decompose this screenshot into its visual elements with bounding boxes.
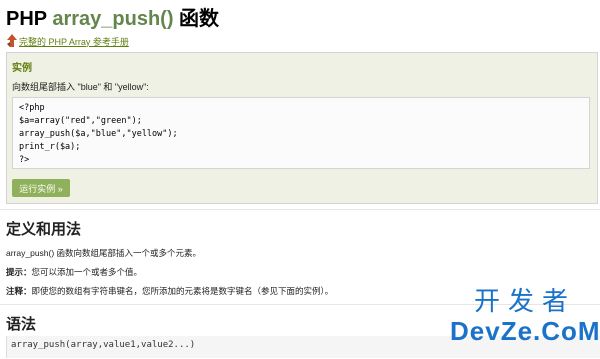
divider xyxy=(0,209,600,210)
title-prefix: PHP xyxy=(6,8,53,30)
syntax-heading: 语法 xyxy=(6,316,37,333)
title-function-name: array_push() xyxy=(52,8,174,30)
reference-link-row: 完整的 PHP Array 参考手册 xyxy=(6,33,129,49)
title-suffix: 函数 xyxy=(173,8,220,30)
note-label: 注释： xyxy=(6,286,32,296)
tip-text: 您可以添加一个或者多个值。 xyxy=(31,267,143,277)
up-arrow-icon xyxy=(6,33,18,49)
code-line: array_push($a,"blue","yellow"); xyxy=(19,129,178,139)
note-paragraph: 注释：即使您的数组有字符串键名，您所添加的元素将是数字键名（参见下面的实例）。 xyxy=(6,285,333,297)
example-box: 实例 向数组尾部插入 "blue" 和 "yellow": <?php $a=a… xyxy=(6,52,598,204)
watermark-line1: 开发者 xyxy=(473,286,576,316)
watermark-logo: 开发者 DevZe.CoM xyxy=(450,286,600,356)
definition-heading: 定义和用法 xyxy=(6,221,82,238)
code-line: $a=array("red","green"); xyxy=(19,116,142,126)
code-line: print_r($a); xyxy=(19,142,81,152)
watermark-line2: DevZe.CoM xyxy=(450,316,600,346)
example-description: 向数组尾部插入 "blue" 和 "yellow": xyxy=(12,82,149,92)
example-heading: 实例 xyxy=(12,63,32,74)
tip-paragraph: 提示：您可以添加一个或者多个值。 xyxy=(6,266,142,278)
note-text: 即使您的数组有字符串键名，您所添加的元素将是数字键名（参见下面的实例）。 xyxy=(31,286,334,296)
tip-label: 提示： xyxy=(6,267,32,277)
reference-manual-link[interactable]: 完整的 PHP Array 参考手册 xyxy=(19,35,129,48)
code-line: <?php xyxy=(19,103,45,113)
page-title: PHP array_push() 函数 xyxy=(6,2,219,31)
code-line: ?> xyxy=(19,155,30,165)
example-code-block: <?php $a=array("red","green"); array_pus… xyxy=(12,97,590,169)
run-example-button[interactable]: 运行实例 » xyxy=(12,179,70,197)
definition-text: array_push() 函数向数组尾部插入一个或多个元素。 xyxy=(6,248,202,258)
